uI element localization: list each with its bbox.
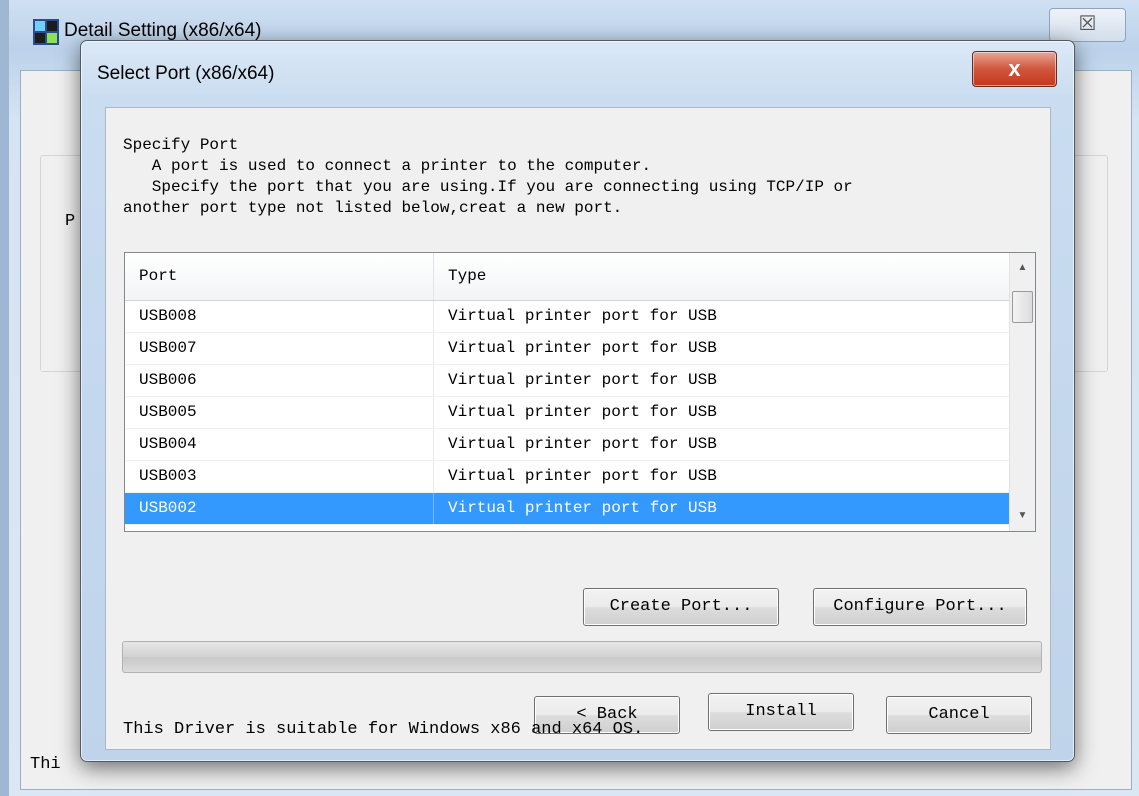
list-item[interactable]: USB004 Virtual printer port for USB bbox=[125, 429, 1009, 461]
type-cell: Virtual printer port for USB bbox=[448, 339, 717, 357]
footer-text: This Driver is suitable for Windows x86 … bbox=[123, 720, 644, 739]
create-port-button[interactable]: Create Port... bbox=[583, 588, 779, 626]
type-cell: Virtual printer port for USB bbox=[448, 499, 717, 517]
background-footer-text: Thi bbox=[30, 755, 61, 774]
configure-port-button[interactable]: Configure Port... bbox=[813, 588, 1027, 626]
description-heading: Specify Port bbox=[123, 136, 239, 154]
dialog-close-button[interactable]: x bbox=[972, 51, 1057, 87]
list-item-selected[interactable]: USB002 Virtual printer port for USB bbox=[125, 493, 1009, 525]
type-cell: Virtual printer port for USB bbox=[448, 307, 717, 325]
port-cell: USB008 bbox=[125, 301, 434, 332]
scroll-down-arrow-icon[interactable]: ▼ bbox=[1010, 505, 1035, 527]
column-header-port[interactable]: Port bbox=[125, 253, 434, 300]
description-line-1: A port is used to connect a printer to t… bbox=[123, 157, 652, 175]
list-item[interactable]: USB007 Virtual printer port for USB bbox=[125, 333, 1009, 365]
list-item[interactable]: USB006 Virtual printer port for USB bbox=[125, 365, 1009, 397]
port-list[interactable]: Port Type USB008 Virtual printer port fo… bbox=[124, 252, 1036, 532]
port-cell: USB004 bbox=[125, 429, 434, 460]
type-cell: Virtual printer port for USB bbox=[448, 403, 717, 421]
cancel-button[interactable]: Cancel bbox=[886, 696, 1032, 734]
printer-app-icon bbox=[33, 19, 59, 45]
port-cell: USB003 bbox=[125, 461, 434, 492]
scrollbar-thumb[interactable] bbox=[1012, 291, 1033, 323]
port-cell: USB007 bbox=[125, 333, 434, 364]
dialog-title: Select Port (x86/x64) bbox=[97, 63, 275, 84]
description-line-2: Specify the port that you are using.If y… bbox=[123, 178, 853, 196]
background-window-frame bbox=[0, 0, 9, 796]
list-item[interactable]: USB008 Virtual printer port for USB bbox=[125, 301, 1009, 333]
select-port-dialog: Select Port (x86/x64) x Specify Port A p… bbox=[80, 40, 1075, 762]
port-cell: USB002 bbox=[125, 493, 434, 524]
port-list-rows: USB008 Virtual printer port for USB USB0… bbox=[125, 301, 1009, 525]
background-group-label: P bbox=[63, 212, 78, 231]
port-description: Specify Port A port is used to connect a… bbox=[123, 135, 1048, 219]
port-cell: USB006 bbox=[125, 365, 434, 396]
install-progress-bar bbox=[122, 641, 1042, 673]
scroll-up-arrow-icon[interactable]: ▲ bbox=[1010, 257, 1035, 279]
list-item[interactable]: USB005 Virtual printer port for USB bbox=[125, 397, 1009, 429]
background-window-title: Detail Setting (x86/x64) bbox=[64, 20, 262, 41]
install-button[interactable]: Install bbox=[708, 693, 854, 731]
port-list-header: Port Type bbox=[125, 253, 1009, 301]
description-line-3: another port type not listed below,creat… bbox=[123, 199, 623, 217]
dialog-client-area: Specify Port A port is used to connect a… bbox=[105, 107, 1051, 750]
background-close-button[interactable]: ☒ bbox=[1049, 8, 1126, 42]
type-cell: Virtual printer port for USB bbox=[448, 435, 717, 453]
type-cell: Virtual printer port for USB bbox=[448, 371, 717, 389]
column-header-type[interactable]: Type bbox=[434, 253, 1009, 300]
list-item[interactable]: USB003 Virtual printer port for USB bbox=[125, 461, 1009, 493]
port-cell: USB005 bbox=[125, 397, 434, 428]
type-cell: Virtual printer port for USB bbox=[448, 467, 717, 485]
port-list-scrollbar[interactable]: ▲ ▼ bbox=[1009, 253, 1035, 531]
